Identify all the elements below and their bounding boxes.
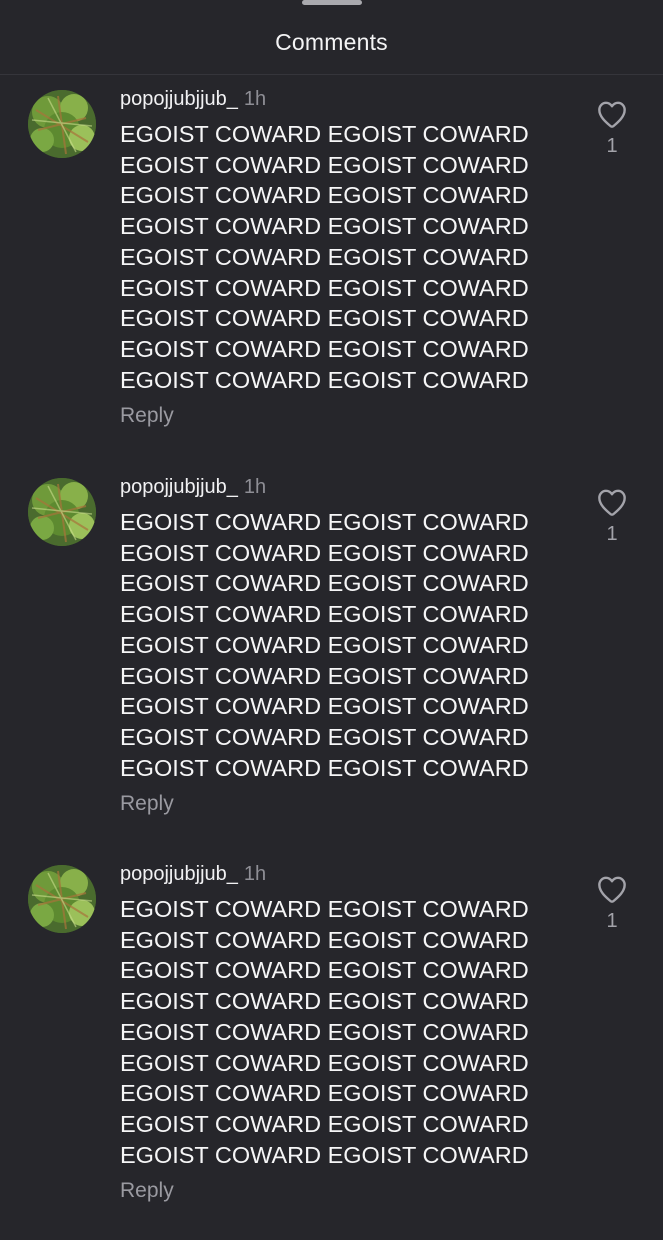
comment-text: EGOIST COWARD EGOIST COWARD EGOIST COWAR… bbox=[120, 894, 560, 1170]
comment-line: EGOIST COWARD EGOIST COWARD bbox=[120, 1018, 529, 1045]
comment-line: EGOIST COWARD EGOIST COWARD bbox=[120, 182, 529, 209]
avatar-image bbox=[28, 90, 96, 158]
comment-text: EGOIST COWARD EGOIST COWARD EGOIST COWAR… bbox=[120, 507, 560, 783]
comment-item: popojjubjjub_ 1h EGOIST COWARD EGOIST COW… bbox=[0, 860, 663, 1240]
comment-line: EGOIST COWARD EGOIST COWARD bbox=[120, 539, 529, 566]
comment-line: EGOIST COWARD EGOIST COWARD bbox=[120, 754, 529, 781]
like-control: 1 bbox=[590, 874, 634, 934]
comment-line: EGOIST COWARD EGOIST COWARD bbox=[120, 662, 529, 689]
avatar[interactable] bbox=[28, 865, 96, 933]
like-control: 1 bbox=[590, 99, 634, 159]
comment-item: popojjubjjub_ 1h EGOIST COWARD EGOIST COW… bbox=[0, 85, 663, 465]
username[interactable]: popojjubjjub_ bbox=[120, 88, 238, 110]
reply-button[interactable]: Reply bbox=[120, 1177, 174, 1205]
header-title: Comments bbox=[275, 29, 388, 55]
comment-line: EGOIST COWARD EGOIST COWARD bbox=[120, 121, 529, 147]
timestamp: 1h bbox=[243, 88, 267, 110]
comment-line: EGOIST COWARD EGOIST COWARD bbox=[120, 1080, 529, 1107]
like-count: 1 bbox=[606, 135, 618, 157]
comment-line: EGOIST COWARD EGOIST COWARD bbox=[120, 274, 529, 301]
comment-line: EGOIST COWARD EGOIST COWARD bbox=[120, 988, 529, 1015]
comment-line: EGOIST COWARD EGOIST COWARD bbox=[120, 631, 529, 658]
timestamp: 1h bbox=[243, 863, 267, 885]
username[interactable]: popojjubjjub_ bbox=[120, 863, 238, 885]
heart-outline-icon[interactable] bbox=[596, 99, 628, 129]
reply-button[interactable]: Reply bbox=[120, 790, 174, 818]
comment-line: EGOIST COWARD EGOIST COWARD bbox=[120, 693, 529, 720]
like-count: 1 bbox=[606, 910, 618, 932]
comment-meta: popojjubjjub_ 1h bbox=[120, 85, 266, 113]
drag-handle[interactable] bbox=[302, 0, 362, 5]
comment-line: EGOIST COWARD EGOIST COWARD bbox=[120, 601, 529, 628]
comment-line: EGOIST COWARD EGOIST COWARD bbox=[120, 896, 529, 922]
comment-line: EGOIST COWARD EGOIST COWARD bbox=[120, 366, 529, 393]
comment-line: EGOIST COWARD EGOIST COWARD bbox=[120, 243, 529, 270]
comment-line: EGOIST COWARD EGOIST COWARD bbox=[120, 509, 529, 535]
comment-line: EGOIST COWARD EGOIST COWARD bbox=[120, 151, 529, 178]
comments-sheet: Comments popojjubjjub_ 1h EGOIST COWARD E… bbox=[0, 0, 663, 1202]
comment-line: EGOIST COWARD EGOIST COWARD bbox=[120, 723, 529, 750]
header-divider bbox=[0, 74, 663, 75]
comment-meta: popojjubjjub_ 1h bbox=[120, 860, 266, 888]
comment-line: EGOIST COWARD EGOIST COWARD bbox=[120, 1049, 529, 1076]
avatar[interactable] bbox=[28, 90, 96, 158]
avatar-image bbox=[28, 478, 96, 546]
username[interactable]: popojjubjjub_ bbox=[120, 476, 238, 498]
comment-line: EGOIST COWARD EGOIST COWARD bbox=[120, 305, 529, 332]
avatar[interactable] bbox=[28, 478, 96, 546]
comment-line: EGOIST COWARD EGOIST COWARD bbox=[120, 213, 529, 240]
comment-line: EGOIST COWARD EGOIST COWARD bbox=[120, 957, 529, 984]
comment-text: EGOIST COWARD EGOIST COWARD EGOIST COWAR… bbox=[120, 119, 560, 395]
timestamp: 1h bbox=[243, 476, 267, 498]
comment-meta: popojjubjjub_ 1h bbox=[120, 473, 266, 501]
like-count: 1 bbox=[606, 523, 618, 545]
comment-line: EGOIST COWARD EGOIST COWARD bbox=[120, 335, 529, 362]
avatar-image bbox=[28, 865, 96, 933]
comment-line: EGOIST COWARD EGOIST COWARD bbox=[120, 570, 529, 597]
heart-outline-icon[interactable] bbox=[596, 487, 628, 517]
comment-line: EGOIST COWARD EGOIST COWARD bbox=[120, 926, 529, 953]
comments-header: Comments bbox=[0, 22, 663, 62]
comment-item: popojjubjjub_ 1h EGOIST COWARD EGOIST COW… bbox=[0, 473, 663, 853]
reply-button[interactable]: Reply bbox=[120, 402, 174, 430]
comment-line: EGOIST COWARD EGOIST COWARD bbox=[120, 1110, 529, 1137]
comment-line: EGOIST COWARD EGOIST COWARD bbox=[120, 1141, 529, 1168]
heart-outline-icon[interactable] bbox=[596, 874, 628, 904]
like-control: 1 bbox=[590, 487, 634, 547]
